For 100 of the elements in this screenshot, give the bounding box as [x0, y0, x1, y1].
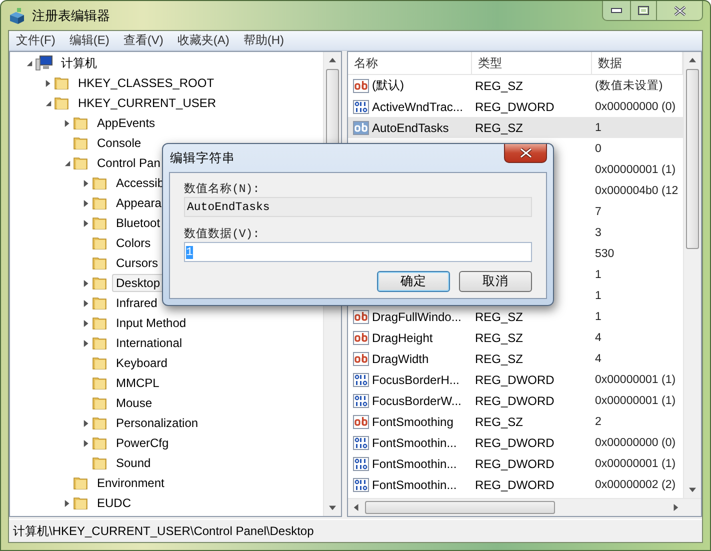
scroll-left-icon[interactable] [353, 504, 360, 511]
expand-arrow-icon[interactable] [82, 180, 90, 186]
tree-item[interactable]: Infrared [112, 294, 162, 312]
tree-item[interactable]: HKEY_CLASSES_ROOT [74, 74, 218, 92]
value-name[interactable]: (默认) [372, 77, 404, 94]
expand-arrow-icon[interactable] [82, 420, 90, 426]
tree-item[interactable]: Desktop [112, 274, 164, 292]
scroll-up-icon[interactable] [689, 57, 696, 64]
collapse-arrow-icon[interactable] [44, 100, 52, 106]
tree-item[interactable]: Environment [93, 474, 168, 492]
value-name[interactable]: DragHeight [372, 330, 433, 344]
value-type: REG_SZ [475, 310, 524, 324]
collapse-arrow-icon[interactable] [64, 160, 70, 166]
tree-item[interactable]: HKEY_CURRENT_USER [74, 94, 220, 112]
column-header[interactable]: 名称 [348, 52, 472, 74]
expand-arrow-icon[interactable] [82, 440, 90, 446]
value-name[interactable]: FontSmoothin... [372, 478, 457, 492]
minimize-button[interactable] [603, 1, 630, 20]
folder-icon [92, 375, 108, 391]
expand-arrow-icon[interactable] [82, 300, 90, 306]
tree-item[interactable]: Mouse [112, 394, 156, 412]
value-type: REG_SZ [475, 78, 524, 92]
dialog-button[interactable]: 确定 [377, 271, 450, 292]
value-name[interactable]: DragFullWindo... [372, 310, 462, 324]
list-row[interactable]: DragHeight REG_SZ 4 [348, 327, 683, 348]
value-name[interactable]: ActiveWndTrac... [372, 100, 463, 114]
menu-item[interactable]: 文件(F) [9, 32, 62, 49]
list-row[interactable]: FocusBorderW... REG_DWORD 0x00000001 (1) [348, 390, 683, 411]
list-row[interactable]: AutoEndTasks REG_SZ 1 [348, 117, 683, 138]
folder-icon [92, 175, 108, 191]
expand-arrow-icon[interactable] [82, 280, 90, 286]
tree-item[interactable]: Keyboard [112, 354, 172, 372]
tree-item[interactable]: Appeara [112, 194, 166, 212]
tree-item[interactable]: Cursors [112, 254, 162, 272]
list-row[interactable]: DragWidth REG_SZ 4 [348, 348, 683, 369]
list-row[interactable]: FontSmoothing REG_SZ 2 [348, 411, 683, 432]
value-name[interactable]: FocusBorderH... [372, 372, 460, 386]
tree-item[interactable]: Control Pan [93, 154, 164, 172]
folder-icon [92, 215, 108, 231]
scrollbar-thumb[interactable] [365, 501, 555, 514]
tree-item[interactable]: 计算机 [57, 52, 101, 74]
string-value-icon [353, 414, 369, 430]
close-button[interactable] [504, 144, 547, 163]
tree-item[interactable]: MMCPL [112, 374, 164, 392]
dialog-button[interactable]: 取消 [459, 271, 532, 292]
list-row[interactable]: FontSmoothin... REG_DWORD 0x00000000 (0) [348, 432, 683, 453]
column-header[interactable]: 类型 [472, 52, 592, 74]
minimize-icon [611, 8, 622, 13]
scroll-right-icon[interactable] [672, 504, 679, 511]
string-value-icon [353, 120, 369, 136]
list-row[interactable]: DragFullWindo... REG_SZ 1 [348, 306, 683, 327]
tree-item[interactable]: EUDC [93, 494, 136, 512]
collapse-arrow-icon[interactable] [26, 60, 32, 66]
tree-item[interactable]: Console [93, 134, 146, 152]
value-name[interactable]: AutoEndTasks [372, 120, 449, 134]
scrollbar-thumb[interactable] [686, 69, 699, 249]
maximize-button[interactable] [630, 1, 656, 20]
menu-item[interactable]: 帮助(H) [236, 32, 291, 49]
tree-item[interactable]: International [112, 334, 186, 352]
tree-item[interactable]: AppEvents [93, 114, 160, 132]
value-name[interactable]: FontSmoothin... [372, 456, 457, 470]
expand-arrow-icon[interactable] [82, 200, 90, 206]
value-name[interactable]: DragWidth [372, 352, 429, 366]
list-row[interactable]: FontSmoothin... REG_DWORD 0x00000001 (1) [348, 453, 683, 474]
value-data: 0x00000001 (1) [595, 164, 676, 176]
expand-arrow-icon[interactable] [82, 320, 90, 326]
scroll-up-icon[interactable] [329, 57, 336, 64]
list-row[interactable]: FontSmoothin... REG_DWORD 0x00000002 (2) [348, 474, 683, 495]
folder-icon [92, 415, 108, 431]
value-name[interactable]: FocusBorderW... [372, 394, 462, 408]
list-row[interactable]: ActiveWndTrac... REG_DWORD 0x00000000 (0) [348, 96, 683, 117]
expand-arrow-icon[interactable] [44, 80, 52, 86]
value-name[interactable]: FontSmoothin... [372, 436, 457, 450]
tree-item[interactable]: Input Method [112, 314, 190, 332]
scroll-down-icon[interactable] [329, 504, 336, 511]
menu-item[interactable]: 收藏夹(A) [170, 32, 236, 49]
value-name[interactable]: FontSmoothing [372, 414, 454, 428]
computer-icon [35, 55, 53, 71]
value-data: 0x00000001 (1) [595, 458, 676, 470]
tree-item[interactable]: Colors [112, 234, 155, 252]
expand-arrow-icon[interactable] [82, 340, 90, 346]
tree-item[interactable]: Bluetoot [112, 214, 164, 232]
expand-arrow-icon[interactable] [64, 500, 70, 506]
menu-item[interactable]: 查看(V) [116, 32, 170, 49]
menu-item[interactable]: 编辑(E) [62, 32, 116, 49]
binary-value-icon [353, 476, 369, 492]
expand-arrow-icon[interactable] [82, 220, 90, 226]
value-name-field[interactable]: AutoEndTasks [184, 197, 532, 217]
close-button[interactable] [656, 1, 702, 20]
maximize-icon [638, 6, 649, 15]
tree-item[interactable]: PowerCfg [112, 434, 173, 452]
tree-item[interactable]: Personalization [112, 414, 202, 432]
folder-icon [92, 435, 108, 451]
scroll-down-icon[interactable] [689, 486, 696, 493]
expand-arrow-icon[interactable] [64, 120, 70, 126]
value-data: 1 [595, 122, 602, 134]
list-row[interactable]: (默认) REG_SZ (数值未设置) [348, 75, 683, 96]
value-data: 2 [595, 416, 602, 428]
tree-item[interactable]: Sound [112, 454, 155, 472]
list-row[interactable]: FocusBorderH... REG_DWORD 0x00000001 (1) [348, 369, 683, 390]
